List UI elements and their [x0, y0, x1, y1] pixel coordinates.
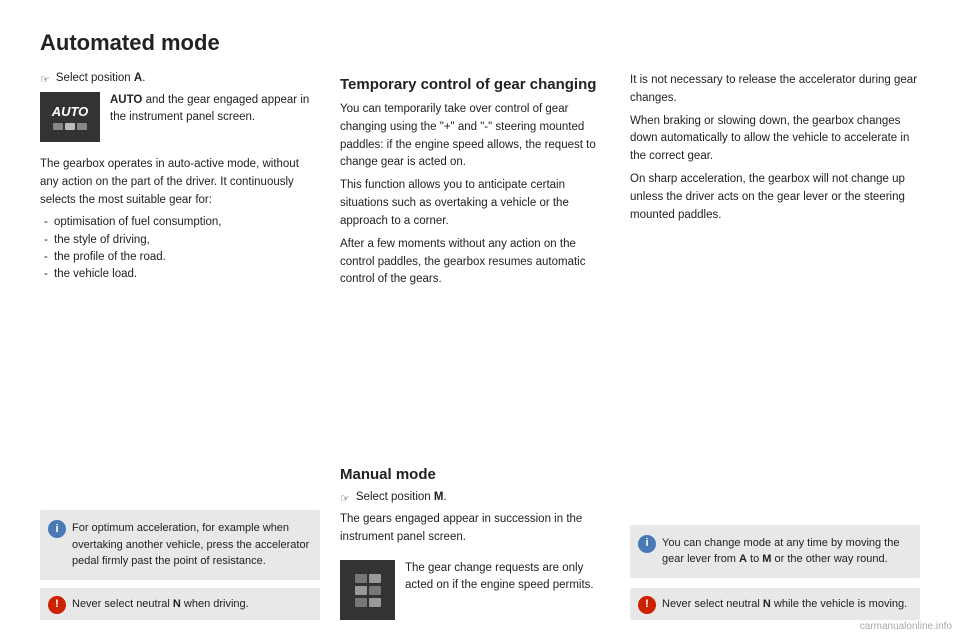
- gear-btn-3: [355, 586, 367, 595]
- manual-select-text: Select position M.: [356, 491, 447, 503]
- gear-row-3: [355, 598, 381, 607]
- list-item-2: the style of driving,: [40, 232, 320, 249]
- left-warn-circle: !: [48, 596, 66, 614]
- right-warn-icon: !: [638, 596, 656, 614]
- manual-body: The gears engaged appear in succession i…: [340, 511, 610, 547]
- mid-column: Temporary control of gear changing You c…: [340, 72, 610, 620]
- left-column: Select position A. AUTO AUTO and t: [40, 72, 320, 620]
- left-warning-box: ! Never select neutral N when driving.: [40, 588, 320, 621]
- spacer-right: [630, 230, 920, 525]
- gear-row-2: [355, 586, 381, 595]
- gear-btn-5: [355, 598, 367, 607]
- right-para-3: On sharp acceleration, the gearbox will …: [630, 171, 920, 224]
- gear-image: [340, 560, 395, 620]
- auto-image-block: AUTO AUTO and the gear engaged appear in…: [40, 92, 320, 146]
- watermark: carmanualonline.info: [860, 621, 952, 632]
- auto-label: AUTO: [52, 104, 89, 119]
- mid-para-3: After a few moments without any action o…: [340, 236, 610, 289]
- select-position-line: Select position A.: [40, 72, 320, 86]
- auto-selector-graphic: AUTO: [52, 104, 89, 130]
- gear-btn-2: [369, 574, 381, 583]
- auto-image: AUTO: [40, 92, 100, 142]
- gear-image-block: The gear change requests are only acted …: [340, 560, 610, 620]
- mid-para-2: This function allows you to anticipate c…: [340, 177, 610, 230]
- mid-para-1: You can temporarily take over control of…: [340, 101, 610, 172]
- list-item-4: the vehicle load.: [40, 266, 320, 283]
- gear-box-text: The gear change requests are only acted …: [405, 560, 610, 595]
- body-text-intro: The gearbox operates in auto-active mode…: [40, 156, 320, 209]
- manual-select-line: Select position M.: [340, 491, 610, 505]
- content-columns: Select position A. AUTO AUTO and t: [40, 72, 920, 620]
- page: Automated mode Select position A. AUTO: [0, 0, 960, 640]
- left-info-text: For optimum acceleration, for example wh…: [72, 522, 309, 567]
- left-info-icon: i: [48, 520, 66, 538]
- left-warn-icon: !: [48, 596, 66, 614]
- page-title: Automated mode: [40, 30, 920, 56]
- auto-text: AUTO and the gear engaged appear in the …: [110, 92, 320, 127]
- selector-btn-1: [53, 123, 63, 130]
- list-item-3: the profile of the road.: [40, 249, 320, 266]
- left-warn-text: Never select neutral N when driving.: [72, 598, 249, 610]
- right-column: It is not necessary to release the accel…: [630, 72, 920, 620]
- right-info-text: You can change mode at any time by movin…: [662, 537, 899, 566]
- temp-control-title: Temporary control of gear changing: [340, 76, 610, 93]
- spacer-mid: [340, 294, 610, 462]
- manual-mode-title: Manual mode: [340, 466, 610, 483]
- gear-row-1: [355, 574, 381, 583]
- selector-row: [53, 123, 87, 130]
- gear-btn-1: [355, 574, 367, 583]
- selector-btn-3: [77, 123, 87, 130]
- right-warn-text: Never select neutral N while the vehicle…: [662, 598, 907, 610]
- right-warning-box: ! Never select neutral N while the vehic…: [630, 588, 920, 621]
- selector-btn-2: [65, 123, 75, 130]
- list-item-1: optimisation of fuel consumption,: [40, 214, 320, 231]
- right-info-box: i You can change mode at any time by mov…: [630, 525, 920, 578]
- gear-btn-4: [369, 586, 381, 595]
- right-info-icon: i: [638, 535, 656, 553]
- gear-btn-6: [369, 598, 381, 607]
- right-para-1: It is not necessary to release the accel…: [630, 72, 920, 108]
- spacer-left: [40, 283, 320, 502]
- select-position-text: Select position A.: [56, 72, 146, 84]
- gear-graphic: [355, 574, 381, 607]
- left-info-box: i For optimum acceleration, for example …: [40, 510, 320, 580]
- right-para-2: When braking or slowing down, the gearbo…: [630, 113, 920, 166]
